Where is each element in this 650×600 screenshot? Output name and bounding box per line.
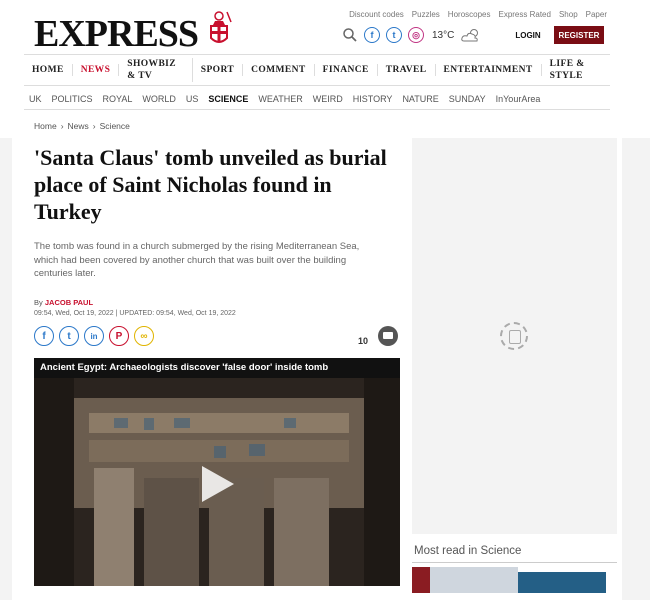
author-link[interactable]: JACOB PAUL: [45, 298, 93, 307]
play-icon[interactable]: [202, 466, 234, 502]
page-background-left: [0, 138, 12, 600]
subnav-inyourarea[interactable]: InYourArea: [491, 94, 546, 104]
register-button[interactable]: REGISTER: [554, 26, 604, 44]
comment-bubble-icon[interactable]: [378, 326, 398, 346]
article-headline: 'Santa Claus' tomb unveiled as burial pl…: [34, 145, 387, 224]
login-button[interactable]: LOGIN: [504, 26, 552, 44]
loading-spinner-icon: [500, 322, 528, 350]
subnav-history[interactable]: HISTORY: [348, 94, 398, 104]
nav-showbiz-tv[interactable]: SHOWBIZ & TV: [119, 58, 193, 82]
nav-news[interactable]: NEWS: [73, 64, 120, 76]
facebook-icon[interactable]: f: [364, 27, 380, 43]
share-pinterest-icon[interactable]: P: [109, 326, 129, 346]
breadcrumb-home[interactable]: Home: [34, 121, 57, 131]
page: EXPRESS Discount codes Puzzles Horoscope…: [12, 0, 622, 600]
express-logo[interactable]: EXPRESS: [34, 12, 199, 56]
comment-count[interactable]: 10: [358, 336, 368, 346]
instagram-icon[interactable]: ◎: [408, 27, 424, 43]
divider: [412, 562, 617, 563]
share-linkedin-icon[interactable]: in: [84, 326, 104, 346]
subnav-weather[interactable]: WEATHER: [253, 94, 307, 104]
subnav-politics[interactable]: POLITICS: [47, 94, 98, 104]
breadcrumb: Home › News › Science: [34, 121, 130, 131]
secondary-nav: UK POLITICS ROYAL WORLD US SCIENCE WEATH…: [24, 88, 610, 110]
byline: By JACOB PAUL: [34, 298, 93, 307]
share-twitter-icon[interactable]: t: [59, 326, 79, 346]
utility-link-puzzles[interactable]: Puzzles: [412, 10, 440, 19]
breadcrumb-news[interactable]: News: [68, 121, 89, 131]
byline-prefix: By: [34, 298, 43, 307]
chevron-right-icon: ›: [60, 121, 64, 131]
utility-link-paper[interactable]: Paper: [586, 10, 607, 19]
subnav-science[interactable]: SCIENCE: [203, 94, 253, 104]
publish-dates: 09:54, Wed, Oct 19, 2022 | UPDATED: 09:5…: [34, 310, 236, 317]
utility-link-discount-codes[interactable]: Discount codes: [349, 10, 404, 19]
nav-sport[interactable]: SPORT: [193, 64, 244, 76]
search-icon[interactable]: [342, 27, 358, 43]
most-read-thumbnail[interactable]: [412, 567, 430, 593]
utility-link-shop[interactable]: Shop: [559, 10, 578, 19]
subnav-us[interactable]: US: [181, 94, 204, 104]
partly-cloudy-icon: [461, 29, 479, 42]
subnav-world[interactable]: WORLD: [137, 94, 181, 104]
breadcrumb-science[interactable]: Science: [100, 121, 130, 131]
primary-nav: HOME NEWS SHOWBIZ & TV SPORT COMMENT FIN…: [24, 54, 610, 86]
nav-comment[interactable]: COMMENT: [243, 64, 315, 76]
most-read-thumbnail[interactable]: [518, 572, 606, 593]
video-player[interactable]: Ancient Egypt: Archaeologists discover '…: [34, 358, 400, 586]
nav-entertainment[interactable]: ENTERTAINMENT: [436, 64, 542, 76]
share-facebook-icon[interactable]: f: [34, 326, 54, 346]
share-bar: f t in P ∞: [34, 326, 154, 346]
nav-travel[interactable]: TRAVEL: [378, 64, 436, 76]
nav-finance[interactable]: FINANCE: [315, 64, 378, 76]
nav-home[interactable]: HOME: [24, 64, 73, 76]
utility-links: Discount codes Puzzles Horoscopes Expres…: [349, 10, 607, 19]
article-standfirst: The tomb was found in a church submerged…: [34, 241, 360, 279]
most-read-thumbnail[interactable]: [430, 567, 518, 593]
subnav-royal[interactable]: ROYAL: [98, 94, 138, 104]
subnav-weird[interactable]: WEIRD: [308, 94, 348, 104]
subnav-nature[interactable]: NATURE: [397, 94, 443, 104]
nav-life-style[interactable]: LIFE & STYLE: [542, 58, 610, 82]
subnav-uk[interactable]: UK: [24, 94, 47, 104]
st-george-knight-crest-icon: [210, 11, 232, 43]
utility-bar: f t ◎ 13°C: [342, 24, 482, 46]
subnav-sunday[interactable]: SUNDAY: [444, 94, 491, 104]
most-read-heading: Most read in Science: [414, 545, 522, 557]
utility-link-express-rated[interactable]: Express Rated: [498, 10, 550, 19]
video-title: Ancient Egypt: Archaeologists discover '…: [34, 358, 400, 378]
twitter-icon[interactable]: t: [386, 27, 402, 43]
copy-link-icon[interactable]: ∞: [134, 326, 154, 346]
utility-link-horoscopes[interactable]: Horoscopes: [448, 10, 491, 19]
chevron-right-icon: ›: [92, 121, 96, 131]
weather-temperature[interactable]: 13°C: [432, 30, 454, 41]
